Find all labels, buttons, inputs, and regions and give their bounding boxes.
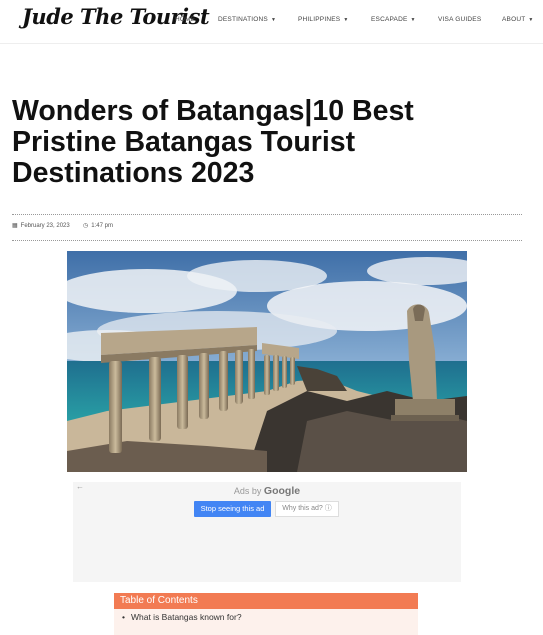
- main-nav: HOME DESTINATIONS ▼ PHILIPPINES ▼ ESCAPADE…: [0, 16, 543, 28]
- page-title: Wonders of Batangas|10 Best Pristine Bat…: [12, 96, 522, 189]
- nav-label: ABOUT: [502, 16, 526, 23]
- caret-down-icon: ▼: [410, 17, 416, 23]
- ad-container: ← Ads by Google Stop seeing this ad Why …: [73, 482, 461, 582]
- nav-label: HOME: [175, 16, 196, 23]
- caret-down-icon: ▼: [528, 17, 534, 23]
- post-time: 1:47 pm: [91, 223, 113, 229]
- stop-seeing-ad-button[interactable]: Stop seeing this ad: [194, 501, 271, 517]
- toc-item-label: What is Batangas known for?: [130, 612, 242, 622]
- divider: [12, 240, 522, 241]
- title-line: Destinations 2023: [12, 157, 255, 189]
- caret-down-icon: ▼: [343, 17, 349, 23]
- nav-label: ESCAPADE: [371, 16, 408, 23]
- nav-item-escapade[interactable]: ESCAPADE ▼: [371, 16, 416, 23]
- title-line: Pristine Batangas Tourist: [12, 126, 356, 158]
- nav-label: VISA GUIDES: [438, 16, 482, 23]
- nav-item-home[interactable]: HOME: [175, 16, 195, 23]
- toc-list: • What is Batangas known for?: [114, 609, 418, 635]
- caret-down-icon: ▼: [270, 17, 277, 23]
- nav-item-philippines[interactable]: PHILIPPINES ▼: [298, 16, 348, 23]
- calendar-icon: ▦: [12, 223, 18, 229]
- nav-label: PHILIPPINES: [298, 16, 341, 23]
- divider: [12, 214, 522, 215]
- why-this-ad-button[interactable]: Why this ad? ⓘ: [275, 501, 339, 517]
- post-meta: ▦ February 23, 2023 ◷ 1:47 pm: [12, 222, 113, 232]
- ads-by-label: Ads by Google: [73, 485, 461, 497]
- toc-header[interactable]: Table of Contents: [114, 593, 418, 609]
- nav-label: DESTINATIONS: [218, 16, 268, 23]
- clock-icon: ◷: [83, 223, 89, 229]
- toc-item[interactable]: • What is Batangas known for?: [122, 612, 242, 622]
- nav-item-visa-guides[interactable]: VISA GUIDES: [438, 16, 481, 23]
- nav-item-about[interactable]: ABOUT ▼: [502, 16, 534, 23]
- ads-by-text: Ads by: [233, 486, 262, 496]
- info-icon: ⓘ: [324, 505, 332, 512]
- toc-heading: Table of Contents: [120, 595, 198, 606]
- post-date[interactable]: February 23, 2023: [21, 223, 70, 229]
- why-this-ad-label: Why this ad?: [282, 505, 323, 512]
- hero-image: [67, 251, 467, 472]
- google-logo: Google: [263, 485, 301, 497]
- nav-item-destinations[interactable]: DESTINATIONS ▼: [218, 16, 276, 23]
- title-line: Wonders of Batangas|10 Best: [12, 95, 414, 127]
- site-header: Jude The Tourist HOME DESTINATIONS ▼ PHIL…: [0, 0, 543, 44]
- bullet-icon: •: [122, 612, 125, 622]
